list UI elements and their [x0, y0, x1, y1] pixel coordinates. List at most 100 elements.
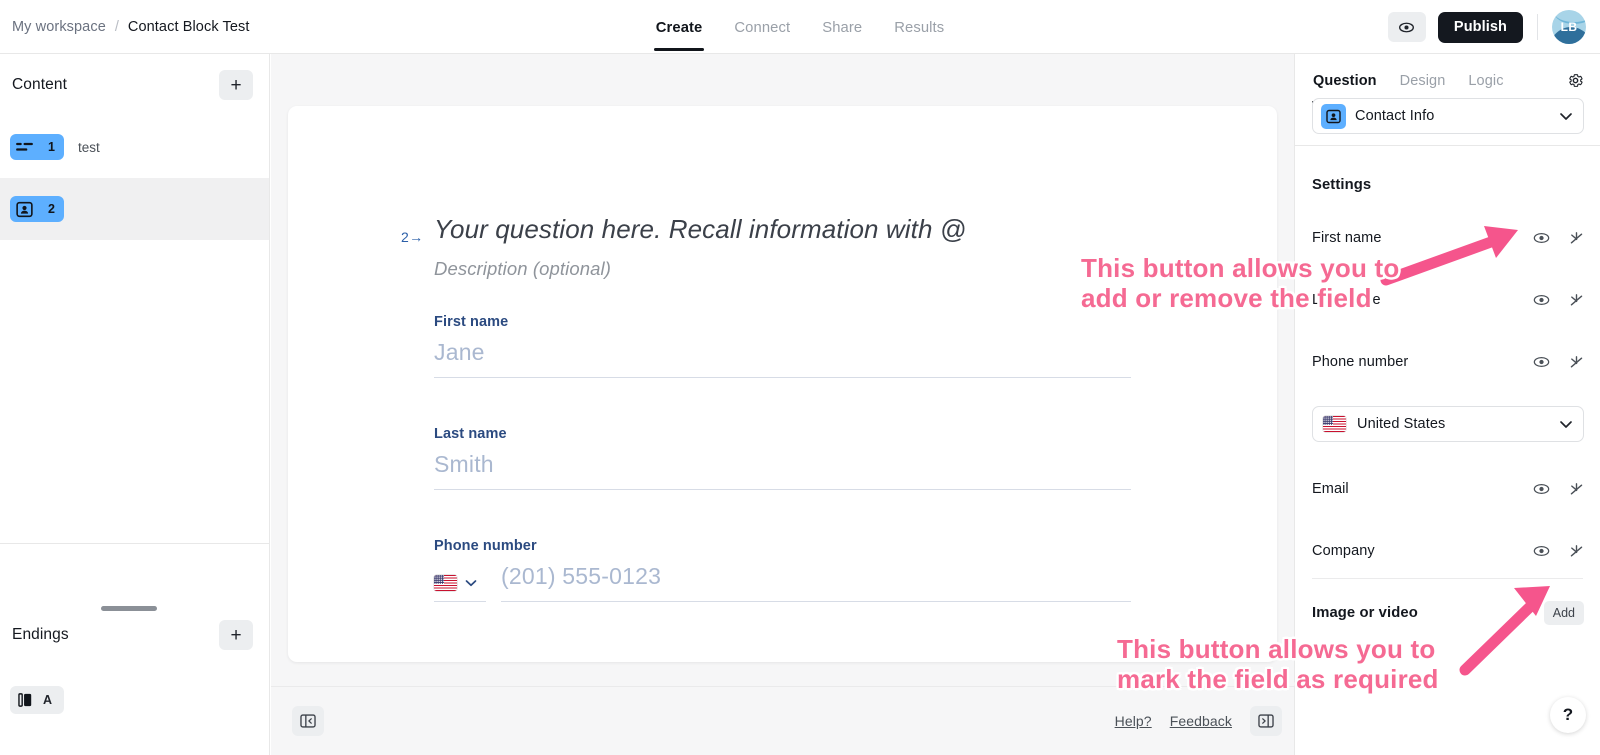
- eye-icon: [1533, 483, 1550, 495]
- sidebar-divider: [0, 543, 269, 544]
- visibility-toggle-phone-number[interactable]: [1533, 356, 1550, 368]
- asterisk-icon: [1570, 231, 1583, 244]
- country-select[interactable]: United States: [1312, 406, 1584, 442]
- setting-row-last-name-actions: [1533, 293, 1584, 308]
- settings-gear-button[interactable]: [1567, 72, 1584, 89]
- media-separator: [1312, 578, 1583, 579]
- setting-row-first-name: First name: [1312, 226, 1584, 250]
- required-toggle-last-name[interactable]: [1569, 293, 1584, 308]
- field-phone-number-row: (201) 555-0123: [434, 563, 1131, 602]
- top-bar: My workspace / Contact Block Test Create…: [0, 0, 1600, 54]
- preview-button[interactable]: [1387, 12, 1426, 42]
- setting-row-company-actions: [1533, 544, 1584, 559]
- question-description[interactable]: Description (optional): [434, 258, 611, 280]
- setting-row-phone-number-actions: [1533, 355, 1584, 370]
- top-actions: Publish LB: [1387, 0, 1600, 54]
- eye-icon: [1399, 22, 1415, 32]
- visibility-toggle-last-name[interactable]: [1533, 294, 1550, 306]
- setting-row-last-name-label: Last name: [1312, 292, 1381, 308]
- us-flag-icon: [1323, 416, 1346, 432]
- field-first-name-input[interactable]: Jane: [434, 339, 1131, 378]
- settings-title: Settings: [1312, 177, 1372, 193]
- chevron-down-icon: [1560, 420, 1572, 428]
- required-toggle-phone-number[interactable]: [1569, 355, 1584, 370]
- contact-info-icon: [1326, 109, 1341, 123]
- chevron-down-icon: [465, 580, 477, 587]
- ending-item-a-chip: A: [10, 686, 64, 714]
- setting-row-phone-number: Phone number: [1312, 350, 1584, 374]
- content-header: Content +: [0, 54, 269, 116]
- field-first-name: First name Jane: [434, 314, 1131, 378]
- media-label: Image or video: [1312, 605, 1418, 621]
- eye-icon: [1533, 294, 1550, 306]
- add-media-button[interactable]: Add: [1543, 601, 1584, 625]
- setting-row-phone-number-label: Phone number: [1312, 354, 1409, 370]
- add-ending-button[interactable]: +: [219, 620, 253, 650]
- field-phone-number-label: Phone number: [434, 538, 537, 554]
- help-link[interactable]: Help?: [1115, 713, 1152, 729]
- feedback-link[interactable]: Feedback: [1170, 713, 1232, 729]
- eye-icon: [1533, 356, 1550, 368]
- collapse-left-panel-button[interactable]: [292, 706, 324, 736]
- collapse-right-panel-button[interactable]: [1250, 706, 1282, 736]
- phone-country-select[interactable]: [434, 575, 486, 602]
- sidebar-item-2[interactable]: 2: [0, 178, 269, 240]
- sidebar-item-1[interactable]: 1 test: [0, 116, 269, 178]
- visibility-toggle-first-name[interactable]: [1533, 232, 1550, 244]
- sidebar-item-2-number: 2: [48, 202, 55, 216]
- tab-create[interactable]: Create: [653, 4, 705, 51]
- required-toggle-company[interactable]: [1569, 544, 1584, 559]
- gear-icon: [1569, 73, 1583, 87]
- setting-row-last-name: Last name: [1312, 288, 1584, 312]
- setting-row-email-label: Email: [1312, 481, 1349, 497]
- avatar-initials: LB: [1560, 20, 1578, 34]
- question-title[interactable]: Your question here. Recall information w…: [434, 214, 966, 245]
- sidebar-item-1-number: 1: [48, 140, 55, 154]
- visibility-toggle-email[interactable]: [1533, 483, 1550, 495]
- short-text-icon: [16, 142, 33, 151]
- ending-screen-icon: [18, 693, 32, 707]
- breadcrumb-current[interactable]: Contact Block Test: [128, 19, 250, 35]
- bottom-bar: Help? Feedback: [271, 686, 1294, 755]
- field-last-name-input[interactable]: Smith: [434, 451, 1131, 490]
- right-panel-separator: [1295, 145, 1600, 146]
- breadcrumb-workspace[interactable]: My workspace: [12, 19, 106, 35]
- avatar[interactable]: LB: [1552, 10, 1586, 44]
- top-divider: [1537, 14, 1538, 40]
- sidebar-item-1-label: test: [78, 139, 100, 155]
- right-panel: Question Design Logic Contact Info Setti…: [1294, 54, 1600, 755]
- required-toggle-first-name[interactable]: [1569, 231, 1584, 246]
- field-first-name-label: First name: [434, 314, 509, 330]
- ending-item-a-letter: A: [42, 693, 52, 707]
- tab-question[interactable]: Question: [1312, 57, 1378, 103]
- field-last-name: Last name Smith: [434, 426, 1131, 490]
- publish-button[interactable]: Publish: [1437, 11, 1523, 43]
- tab-share[interactable]: Share: [820, 4, 864, 51]
- setting-row-email-actions: [1533, 482, 1584, 497]
- tab-logic[interactable]: Logic: [1467, 57, 1504, 103]
- block-type-select[interactable]: Contact Info: [1312, 98, 1584, 134]
- tab-design[interactable]: Design: [1399, 57, 1447, 103]
- required-toggle-email[interactable]: [1569, 482, 1584, 497]
- bottom-bar-actions: Help? Feedback: [1115, 706, 1294, 736]
- panel-collapse-right-icon: [1258, 714, 1274, 728]
- contact-info-icon: [16, 201, 33, 217]
- left-sidebar: Content + 1 test 2 Endings + A: [0, 54, 270, 755]
- tab-results[interactable]: Results: [892, 4, 946, 51]
- sidebar-item-2-chip: 2: [10, 196, 64, 222]
- question-index: 2→: [401, 229, 424, 245]
- field-phone-number: Phone number (201) 555-0123: [434, 538, 1131, 602]
- add-content-button[interactable]: +: [219, 70, 253, 100]
- tab-connect[interactable]: Connect: [732, 4, 792, 51]
- chevron-down-icon: [1560, 112, 1572, 120]
- setting-row-first-name-label: First name: [1312, 230, 1382, 246]
- visibility-toggle-company[interactable]: [1533, 545, 1550, 557]
- field-last-name-label: Last name: [434, 426, 507, 442]
- ending-item-a[interactable]: A: [10, 686, 64, 714]
- endings-header: Endings +: [0, 609, 269, 661]
- help-floating-button[interactable]: ?: [1550, 697, 1586, 733]
- setting-row-company: Company: [1312, 539, 1584, 563]
- asterisk-icon: [1570, 355, 1583, 368]
- panel-collapse-left-icon: [300, 714, 316, 728]
- field-phone-number-input[interactable]: (201) 555-0123: [501, 563, 1131, 602]
